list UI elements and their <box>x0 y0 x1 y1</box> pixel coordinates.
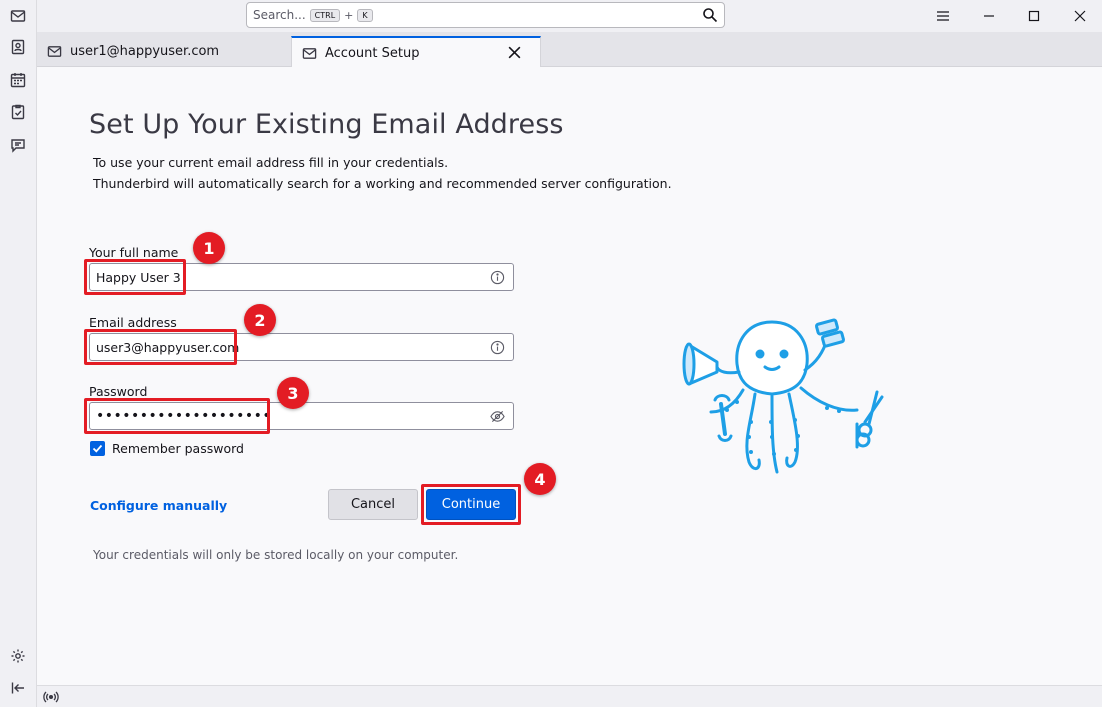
annotation-badge-3: 3 <box>277 377 309 409</box>
maximize-icon[interactable] <box>1023 5 1045 27</box>
status-bar <box>37 685 1102 707</box>
remember-password-row[interactable]: Remember password <box>90 441 244 456</box>
chat-icon[interactable] <box>9 136 27 154</box>
collapse-icon[interactable] <box>9 679 27 697</box>
close-icon[interactable] <box>507 45 522 60</box>
email-label: Email address <box>89 315 177 330</box>
tab-bar: user1@happyuser.com Account Setup <box>37 32 1102 68</box>
mail-icon <box>47 46 62 57</box>
eye-slash-icon[interactable] <box>490 409 505 424</box>
page-title: Set Up Your Existing Email Address <box>89 109 564 140</box>
menu-icon[interactable] <box>932 5 954 27</box>
annotation-box-1 <box>84 259 186 295</box>
description-line-1: To use your current email address fill i… <box>93 155 449 170</box>
annotation-badge-4: 4 <box>524 463 556 495</box>
credentials-note: Your credentials will only be stored loc… <box>93 548 459 562</box>
configure-manually-link[interactable]: Configure manually <box>90 498 227 513</box>
full-name-label: Your full name <box>89 245 179 260</box>
tab-account-setup[interactable]: Account Setup <box>291 36 541 68</box>
remember-password-label: Remember password <box>112 441 244 456</box>
calendar-icon[interactable] <box>9 71 27 89</box>
remember-password-checkbox[interactable] <box>90 441 105 456</box>
annotation-box-2 <box>84 329 237 365</box>
mail-icon[interactable] <box>9 7 27 25</box>
search-icon[interactable] <box>702 7 718 23</box>
settings-icon[interactable] <box>9 647 27 665</box>
info-icon <box>490 340 505 355</box>
close-window-icon[interactable] <box>1069 5 1091 27</box>
search-placeholder: Search... <box>253 8 306 22</box>
tab-inbox[interactable]: user1@happyuser.com <box>37 36 290 67</box>
annotation-badge-2: 2 <box>244 304 276 336</box>
shortcut-key-ctrl: CTRL <box>309 8 341 22</box>
mail-icon <box>302 47 317 59</box>
shortcut-key-k: K <box>357 8 373 22</box>
description-line-2: Thunderbird will automatically search fo… <box>93 176 672 191</box>
address-book-icon[interactable] <box>9 38 27 56</box>
spaces-toolbar <box>0 0 37 707</box>
shortcut-plus: + <box>344 8 354 22</box>
online-status-icon[interactable] <box>43 689 59 705</box>
account-setup-panel: Set Up Your Existing Email Address To us… <box>37 67 1102 685</box>
tasks-icon[interactable] <box>9 103 27 121</box>
octopus-mascot-icon <box>682 318 884 474</box>
annotation-badge-1: 1 <box>193 232 225 264</box>
annotation-box-4 <box>421 484 521 525</box>
tab-label: user1@happyuser.com <box>70 44 220 59</box>
tab-label: Account Setup <box>325 45 420 61</box>
annotation-box-3 <box>84 398 270 434</box>
title-bar: Search... CTRL + K <box>37 0 1102 32</box>
minimize-icon[interactable] <box>978 5 1000 27</box>
info-icon <box>490 270 505 285</box>
search-input[interactable]: Search... CTRL + K <box>246 2 725 28</box>
cancel-button[interactable]: Cancel <box>328 489 418 520</box>
password-label: Password <box>89 384 148 399</box>
